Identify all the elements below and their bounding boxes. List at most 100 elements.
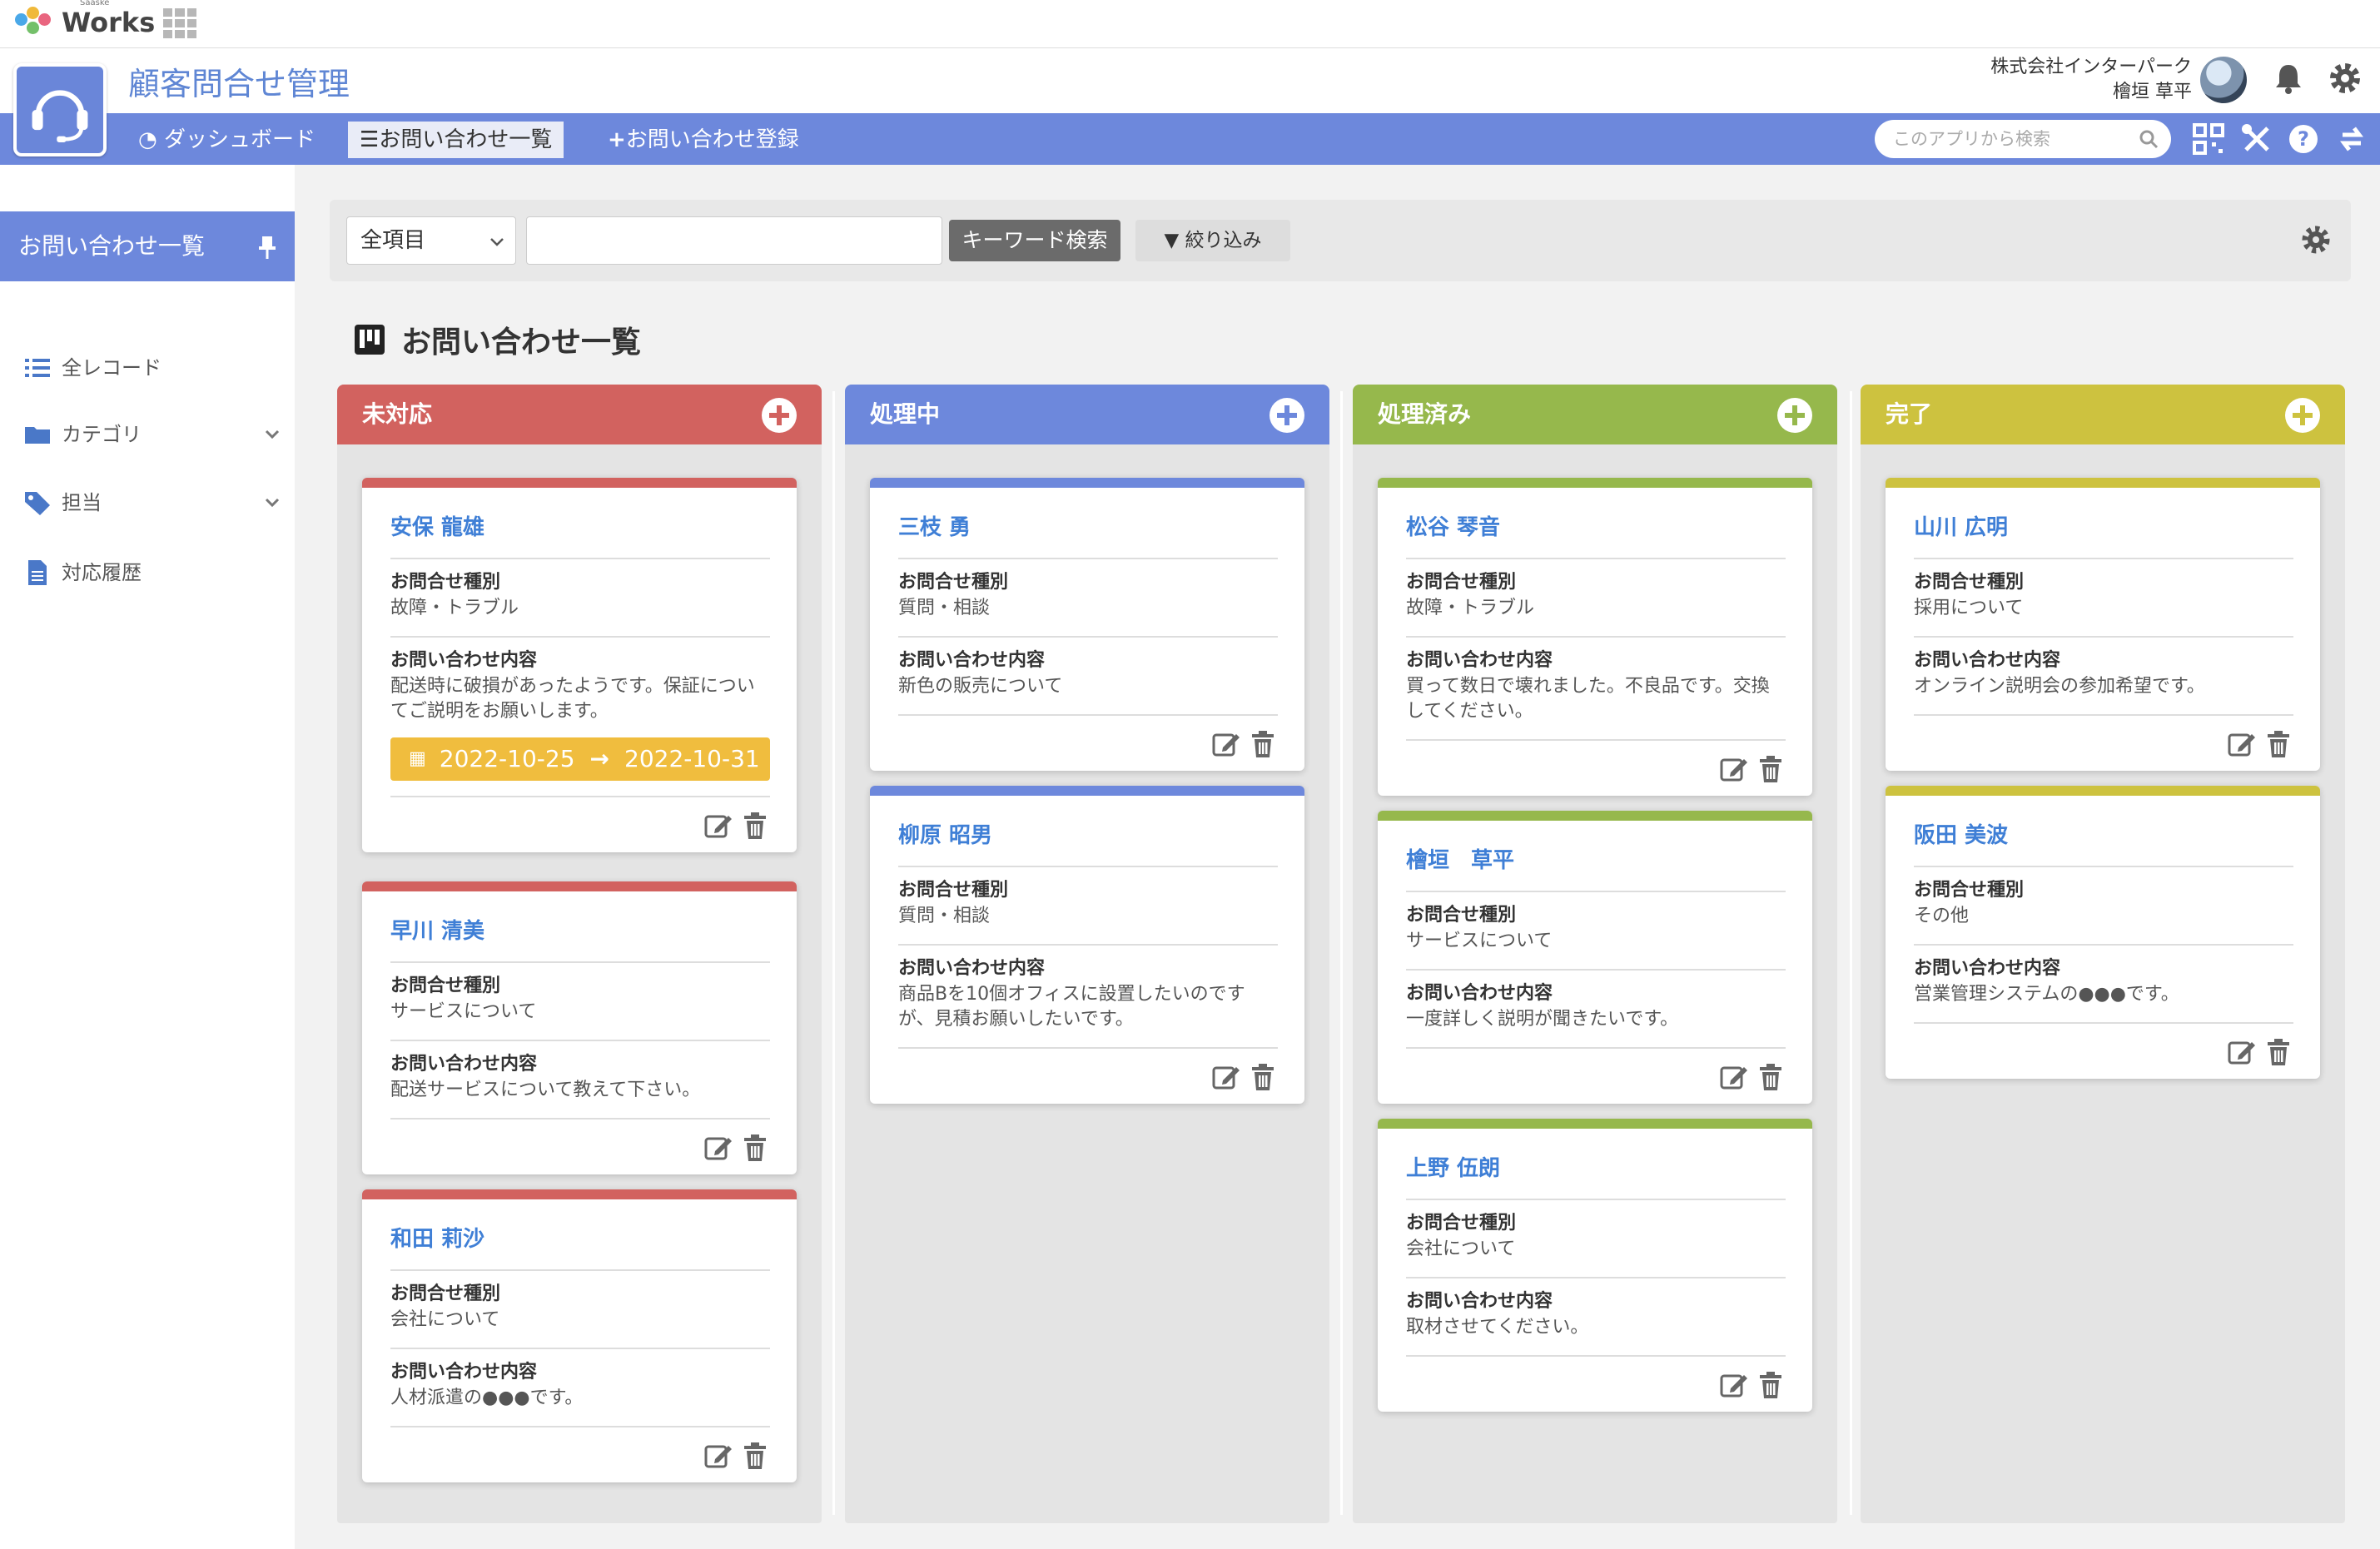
customer-name-link[interactable]: 早川 清美: [390, 916, 770, 946]
date-to: 2022-10-31: [624, 745, 760, 772]
column-title: 未対応: [362, 400, 433, 428]
inquiry-card[interactable]: 上野 伍朗 お問合せ種別 会社について お問い合わせ内容 取材させてください。: [1378, 1119, 1812, 1412]
trash-icon[interactable]: [2263, 729, 2293, 759]
avatar[interactable]: [2200, 57, 2247, 103]
narrow-down-button[interactable]: ▼ 絞り込み: [1135, 220, 1290, 261]
column-divider: [832, 391, 835, 1515]
edit-icon[interactable]: [2227, 729, 2257, 759]
tools-icon[interactable]: [2239, 122, 2274, 156]
inquiry-type-label: お問合せ種別: [1406, 1213, 1517, 1234]
edit-icon[interactable]: [1719, 754, 1749, 784]
trash-icon[interactable]: [1248, 1062, 1278, 1092]
customer-name-link[interactable]: 和田 莉沙: [390, 1224, 770, 1254]
customer-name-link[interactable]: 三枝 勇: [898, 513, 1278, 543]
edit-icon[interactable]: [1211, 1062, 1241, 1092]
nav-inquiry-register[interactable]: +お問い合わせ登録: [596, 122, 811, 158]
sidebar-item-history[interactable]: 対応履歴: [23, 554, 281, 591]
inquiry-card[interactable]: 松谷 琴音 お問合せ種別 故障・トラブル お問い合わせ内容 買って数日で壊れました。不良…: [1378, 478, 1812, 796]
nav-dashboard-label: ダッシュボード: [163, 127, 316, 152]
help-icon[interactable]: ?: [2286, 122, 2321, 156]
search-icon: [2139, 130, 2159, 149]
inquiry-card[interactable]: 安保 龍雄 お問合せ種別 故障・トラブル お問い合わせ内容 配送時に破損があったようです…: [362, 478, 797, 852]
column-header: 処理済み: [1353, 385, 1837, 444]
edit-icon[interactable]: [703, 1441, 733, 1471]
inquiry-card[interactable]: 山川 広明 お問合せ種別 採用について お問い合わせ内容 オンライン説明会の参加希望です…: [1886, 478, 2320, 771]
card-divider: [898, 558, 1278, 559]
inquiry-type-label: お問合せ種別: [1406, 572, 1517, 593]
nav-inquiry-list[interactable]: ☰お問い合わせ一覧: [348, 122, 564, 158]
headset-icon[interactable]: [13, 63, 107, 156]
customer-name-link[interactable]: 檜垣 草平: [1406, 846, 1786, 876]
inquiry-type-label: お問合せ種別: [390, 1283, 501, 1304]
add-card-plus-icon[interactable]: [1269, 398, 1304, 433]
inquiry-card[interactable]: 檜垣 草平 お問合せ種別 サービスについて お問い合わせ内容 一度詳しく説明が聞きたいで…: [1378, 811, 1812, 1104]
inquiry-content-value: 買って数日で壊れました。不良品です。交換してください。: [1406, 676, 1770, 722]
trash-icon[interactable]: [1756, 754, 1786, 784]
plus-icon: +: [608, 127, 626, 152]
trash-icon[interactable]: [740, 1133, 770, 1163]
customer-name-link[interactable]: 松谷 琴音: [1406, 513, 1786, 543]
inquiry-type-value: 質問・相談: [898, 906, 991, 926]
edit-icon[interactable]: [703, 1133, 733, 1163]
inquiry-content-label: お問い合わせ内容: [898, 650, 1046, 671]
inquiry-card[interactable]: 阪田 美波 お問合せ種別 その他 お問い合わせ内容 営業管理システムの●●●です。: [1886, 786, 2320, 1079]
sidebar-item-label: カテゴリ: [62, 423, 142, 446]
qr-code-icon[interactable]: [2191, 122, 2226, 156]
keyword-search-button[interactable]: キーワード検索: [949, 220, 1120, 261]
chevron-down-icon: [490, 238, 504, 246]
chevron-down-icon: [265, 429, 280, 439]
sync-icon[interactable]: [2334, 122, 2369, 156]
trash-icon[interactable]: [740, 811, 770, 841]
card-actions: [898, 1049, 1278, 1104]
field-select[interactable]: 全項目: [346, 216, 516, 265]
app-grid-icon[interactable]: [163, 8, 196, 38]
edit-icon[interactable]: [2227, 1037, 2257, 1067]
nav-dashboard[interactable]: ◔ ダッシュボード: [127, 122, 327, 158]
inquiry-type-value: 採用について: [1914, 598, 2024, 618]
trash-icon[interactable]: [740, 1441, 770, 1471]
customer-name-link[interactable]: 安保 龍雄: [390, 513, 770, 543]
view-settings-gear-icon[interactable]: [2298, 221, 2334, 258]
trash-icon[interactable]: [2263, 1037, 2293, 1067]
works-logo[interactable]: Saaske Works: [12, 0, 155, 40]
pin-icon[interactable]: [256, 235, 278, 260]
gauge-icon: ◔: [138, 127, 157, 152]
customer-name-link[interactable]: 上野 伍朗: [1406, 1154, 1786, 1184]
sidebar-header[interactable]: お問い合わせ一覧: [0, 211, 295, 281]
top-bar: Saaske Works: [0, 0, 2380, 48]
add-card-plus-icon[interactable]: [762, 398, 797, 433]
inquiry-type-label: お問合せ種別: [1406, 905, 1517, 926]
keyword-input[interactable]: [526, 216, 942, 265]
settings-gear-icon[interactable]: [2325, 58, 2365, 98]
inquiry-type-label: お問合せ種別: [1914, 572, 2025, 593]
bell-icon[interactable]: [2270, 60, 2307, 97]
sidebar-item-assignee[interactable]: 担当: [23, 484, 281, 521]
inquiry-card[interactable]: 柳原 昭男 お問合せ種別 質問・相談 お問い合わせ内容 商品Bを10個オフィスに設置した…: [870, 786, 1304, 1104]
app-search-input[interactable]: このアプリから検索: [1875, 120, 2171, 158]
edit-icon[interactable]: [703, 811, 733, 841]
inquiry-card[interactable]: 早川 清美 お問合せ種別 サービスについて お問い合わせ内容 配送サービスについて教えて…: [362, 881, 797, 1174]
card-divider: [1406, 891, 1786, 892]
edit-icon[interactable]: [1719, 1062, 1749, 1092]
edit-icon[interactable]: [1719, 1370, 1749, 1400]
inquiry-type-value: 会社について: [1406, 1239, 1516, 1259]
inquiry-card[interactable]: 三枝 勇お問合せ種別 質問・相談 お問い合わせ内容 新色の販売について: [870, 478, 1304, 771]
sidebar-item-category[interactable]: カテゴリ: [23, 416, 281, 453]
trash-icon[interactable]: [1756, 1062, 1786, 1092]
card-divider: [1914, 866, 2293, 867]
card-divider: [1406, 636, 1786, 638]
add-card-plus-icon[interactable]: [2285, 398, 2320, 433]
card-divider: [390, 961, 770, 963]
svg-text:?: ?: [2298, 127, 2309, 151]
trash-icon[interactable]: [1756, 1370, 1786, 1400]
edit-icon[interactable]: [1211, 729, 1241, 759]
customer-name-link[interactable]: 阪田 美波: [1914, 821, 2293, 851]
customer-name-link[interactable]: 柳原 昭男: [898, 821, 1278, 851]
customer-name-link[interactable]: 山川 広明: [1914, 513, 2293, 543]
inquiry-card[interactable]: 和田 莉沙 お問合せ種別 会社について お問い合わせ内容 人材派遣の●●●です。: [362, 1189, 797, 1482]
sidebar-item-all-records[interactable]: 全レコード: [23, 350, 281, 386]
filter-icon: ▼: [1164, 230, 1180, 251]
add-card-plus-icon[interactable]: [1777, 398, 1812, 433]
inquiry-content-label: お問い合わせ内容: [1914, 650, 2061, 671]
trash-icon[interactable]: [1248, 729, 1278, 759]
